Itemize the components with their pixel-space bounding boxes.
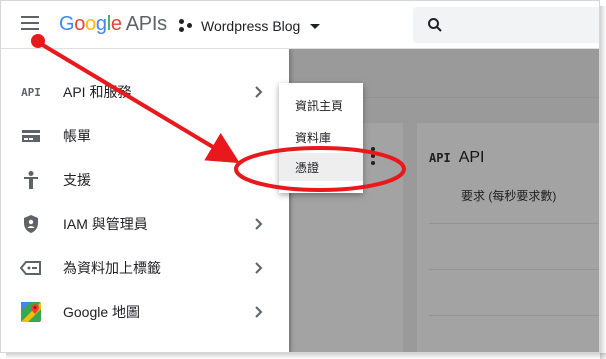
project-name: Wordpress Blog [201, 18, 301, 34]
sidebar-item-api-services[interactable]: API API 和服務 [1, 70, 289, 114]
chevron-right-icon [255, 262, 263, 274]
top-app-bar: Google APIs Wordpress Blog [1, 1, 599, 49]
hamburger-menu-icon[interactable] [21, 16, 39, 30]
sidebar-item-label: API 和服務 [63, 84, 132, 100]
sidebar-item-label: 帳單 [63, 128, 91, 144]
api-services-submenu: 資訊主頁 資料庫 憑證 [279, 83, 363, 193]
sidebar-item-google-maps[interactable]: Google 地圖 [1, 290, 289, 334]
label-tag-icon [19, 256, 43, 280]
google-apis-logo[interactable]: Google APIs [59, 13, 167, 36]
side-navigation: API API 和服務 帳單 支援 IAM 與管理員 為資料加上標籤 Googl… [1, 49, 289, 352]
api-icon: API [21, 85, 41, 99]
chevron-right-icon [255, 86, 263, 98]
submenu-item-dashboard[interactable]: 資訊主頁 [279, 91, 363, 119]
project-dots-icon [179, 19, 193, 33]
sidebar-item-label: IAM 與管理員 [63, 216, 148, 232]
sidebar-item-support[interactable]: 支援 [1, 158, 289, 202]
chevron-right-icon [255, 306, 263, 318]
shield-icon [19, 212, 43, 236]
sidebar-item-labels[interactable]: 為資料加上標籤 [1, 246, 289, 290]
submenu-item-credentials[interactable]: 憑證 [279, 153, 363, 181]
submenu-item-library[interactable]: 資料庫 [279, 123, 363, 151]
sidebar-item-label: 支援 [63, 172, 91, 188]
search-icon [428, 18, 442, 32]
maps-pin-icon [19, 300, 43, 324]
sidebar-item-billing[interactable]: 帳單 [1, 114, 289, 158]
sidebar-item-iam-admin[interactable]: IAM 與管理員 [1, 202, 289, 246]
chevron-right-icon [255, 218, 263, 230]
billing-card-icon [19, 124, 43, 148]
app-window: API API 要求 (每秒要求數) Google APIs Wordpress … [0, 0, 600, 353]
support-person-icon [19, 168, 43, 192]
search-box[interactable] [413, 7, 599, 43]
sidebar-item-label: Google 地圖 [63, 304, 141, 320]
project-selector[interactable]: Wordpress Blog [179, 16, 321, 36]
sidebar-item-label: 為資料加上標籤 [63, 260, 161, 276]
caret-down-icon [310, 23, 321, 29]
